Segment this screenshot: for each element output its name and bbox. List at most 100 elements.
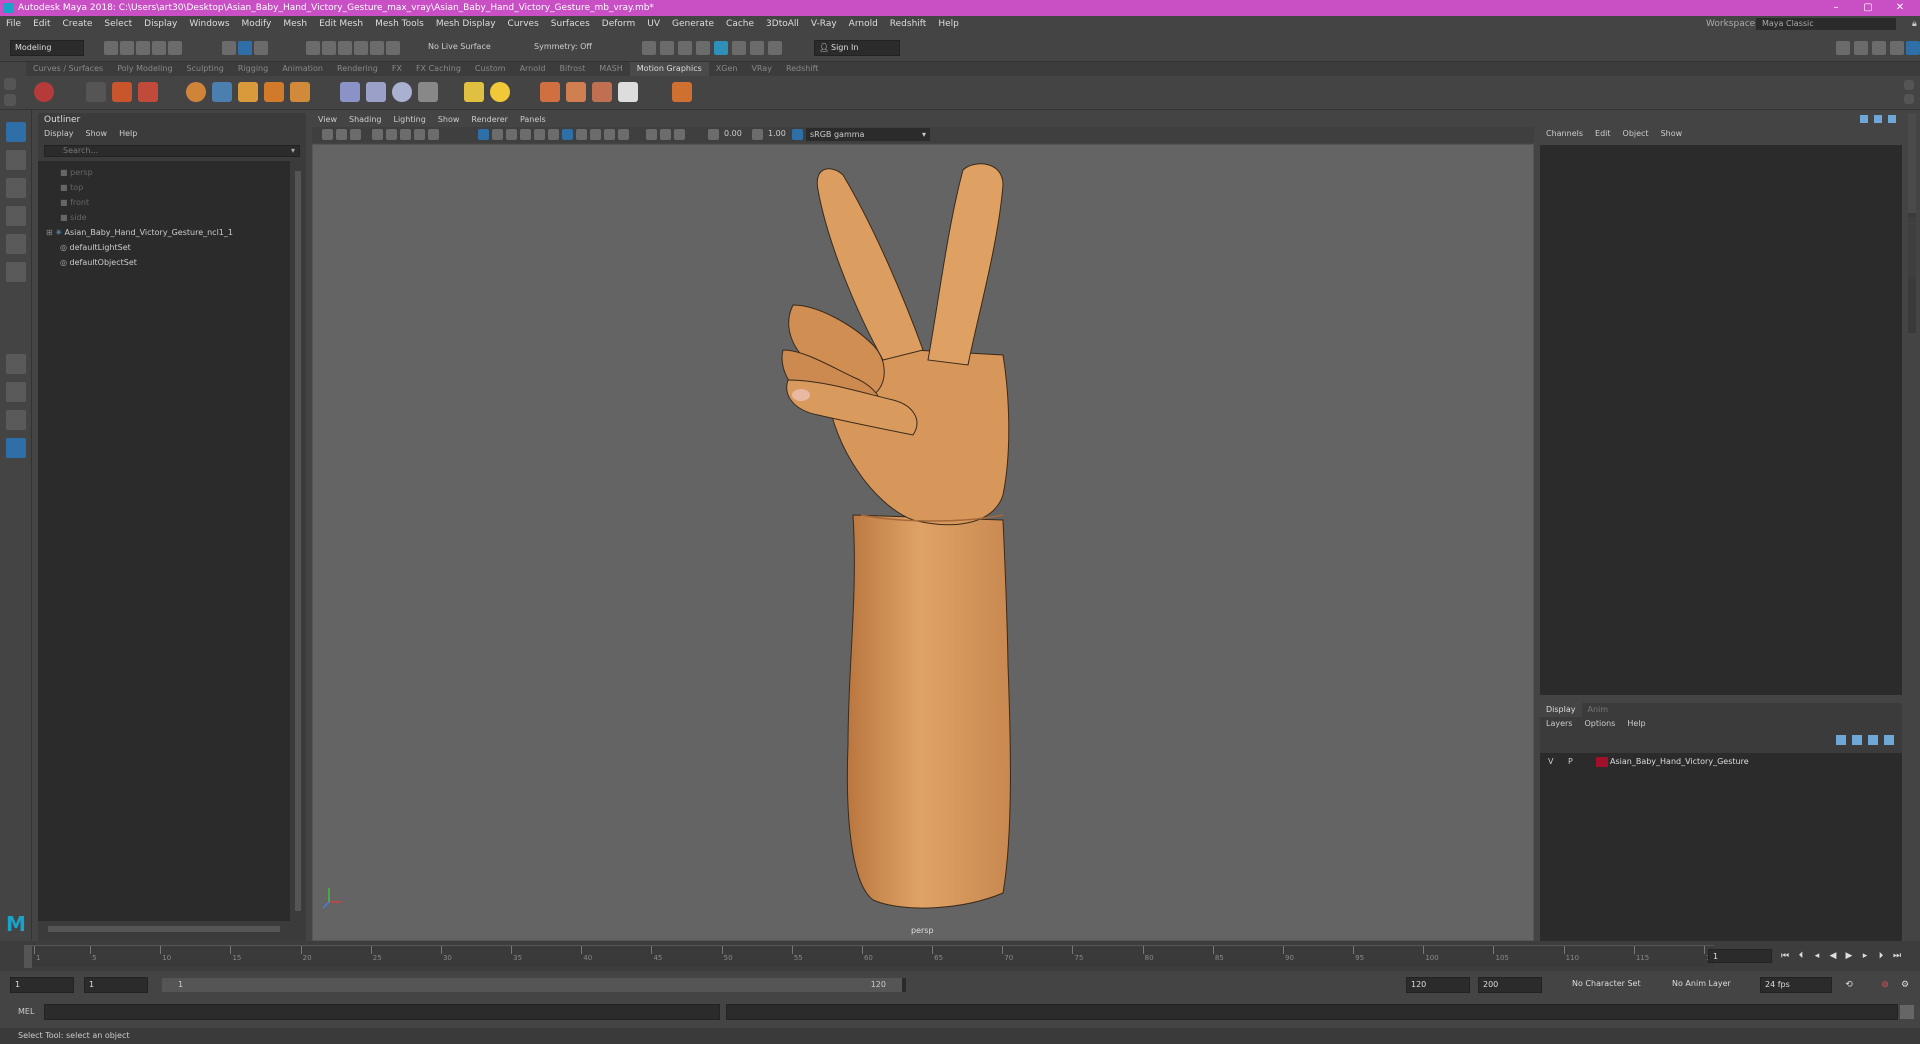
outliner-list[interactable]: ■ persp ■ top ■ front ■ side ⊞ ✳ Asian_B… bbox=[38, 161, 290, 921]
wireframe-on-shaded-icon[interactable] bbox=[520, 129, 531, 140]
layer-menu-help[interactable]: Help bbox=[1621, 719, 1651, 728]
svg-icon[interactable] bbox=[264, 82, 284, 102]
outliner-menu-show[interactable]: Show bbox=[80, 129, 114, 138]
menu-arnold[interactable]: Arnold bbox=[843, 16, 884, 32]
text-icon[interactable] bbox=[238, 82, 258, 102]
channel-box-body[interactable] bbox=[1540, 145, 1902, 695]
tool-settings-toggle-icon[interactable] bbox=[1872, 41, 1886, 55]
color-space-dropdown[interactable]: sRGB gamma ▾ bbox=[806, 128, 930, 141]
single-perspective-layout-icon[interactable] bbox=[6, 354, 26, 374]
snap-pivot-icon[interactable] bbox=[386, 41, 400, 55]
attribute-editor-toggle-icon[interactable] bbox=[1854, 41, 1868, 55]
menu-uv[interactable]: UV bbox=[641, 16, 666, 32]
redo-icon[interactable] bbox=[168, 41, 182, 55]
swirl-icon[interactable] bbox=[418, 82, 438, 102]
expand-icon[interactable]: ⊞ bbox=[46, 228, 55, 237]
cube-icon[interactable] bbox=[290, 82, 310, 102]
animation-end-field[interactable]: 200 bbox=[1478, 977, 1542, 993]
mel-label[interactable]: MEL bbox=[18, 1007, 34, 1016]
outliner-item-hand-group[interactable]: ⊞ ✳ Asian_Baby_Hand_Victory_Gesture_ncl1… bbox=[46, 225, 233, 240]
layer-tab-display[interactable]: Display bbox=[1540, 703, 1582, 717]
textured-icon[interactable] bbox=[534, 129, 545, 140]
menu-curves[interactable]: Curves bbox=[502, 16, 545, 32]
gamma-icon[interactable] bbox=[752, 129, 763, 140]
shelf-scroll-up-icon[interactable] bbox=[1904, 80, 1914, 90]
two-pane-layout-icon[interactable] bbox=[6, 410, 26, 430]
new-scene-icon[interactable] bbox=[104, 41, 118, 55]
shelf-tab-sculpting[interactable]: Sculpting bbox=[180, 62, 231, 76]
shelf-tab-fx-caching[interactable]: FX Caching bbox=[409, 62, 468, 76]
viewport-menu-renderer[interactable]: Renderer bbox=[465, 115, 514, 124]
snowflake-icon[interactable] bbox=[618, 82, 638, 102]
animation-start-field[interactable]: 1 bbox=[10, 977, 74, 993]
step-back-frame-icon[interactable]: ⏴︎ bbox=[1794, 949, 1808, 963]
outliner-layout-icon[interactable] bbox=[6, 438, 26, 458]
mode-dropdown[interactable]: Modeling bbox=[10, 40, 84, 56]
paint-select-tool-icon[interactable] bbox=[6, 178, 26, 198]
new-empty-layer-icon[interactable] bbox=[1868, 735, 1878, 745]
snap-grid-icon[interactable] bbox=[306, 41, 320, 55]
script-editor-icon[interactable] bbox=[1900, 1005, 1914, 1019]
open-scene-icon[interactable] bbox=[120, 41, 134, 55]
motion-blur-icon[interactable] bbox=[590, 129, 601, 140]
shelf-tab-poly-modeling[interactable]: Poly Modeling bbox=[110, 62, 179, 76]
shelf-tab-animation[interactable]: Animation bbox=[275, 62, 330, 76]
character-set-dropdown[interactable]: No Character Set bbox=[1568, 977, 1652, 993]
xray-icon[interactable] bbox=[660, 129, 671, 140]
menu-redshift[interactable]: Redshift bbox=[884, 16, 933, 32]
play-backwards-icon[interactable]: ◀ bbox=[1826, 949, 1840, 963]
move-layer-up-icon[interactable] bbox=[1836, 735, 1846, 745]
mash-list-icon[interactable] bbox=[86, 82, 106, 102]
close-button[interactable]: ✕ bbox=[1884, 0, 1916, 16]
curve-warp-icon[interactable] bbox=[212, 82, 232, 102]
mash-network-icon[interactable] bbox=[34, 82, 54, 102]
snap-curve-icon[interactable] bbox=[322, 41, 336, 55]
xray-joints-icon[interactable] bbox=[674, 129, 685, 140]
symmetry-dropdown[interactable]: Symmetry: Off bbox=[534, 42, 592, 51]
shelf-tab-custom[interactable]: Custom bbox=[468, 62, 513, 76]
time-ruler[interactable]: 1 5 10 15 20 25 30 35 40 45 50 55 60 65 70 75 80 85 90 95 10… bbox=[24, 945, 1719, 968]
type-tool-icon[interactable] bbox=[112, 82, 132, 102]
sign-in-dropdown[interactable]: 👤︎ Sign In bbox=[814, 40, 900, 56]
viewport-menu-panels[interactable]: Panels bbox=[514, 115, 552, 124]
outliner-vertical-scrollbar[interactable] bbox=[294, 161, 302, 921]
current-time-marker[interactable] bbox=[24, 946, 32, 968]
minimize-button[interactable]: – bbox=[1820, 0, 1852, 16]
sphere-deform-icon[interactable] bbox=[392, 82, 412, 102]
fluid-icon[interactable] bbox=[592, 82, 612, 102]
shelf-tab-redshift[interactable]: Redshift bbox=[779, 62, 825, 76]
menu-edit[interactable]: Edit bbox=[27, 16, 56, 32]
side-tab-channel-box[interactable] bbox=[1908, 113, 1916, 213]
menu-cache[interactable]: Cache bbox=[720, 16, 760, 32]
layer-name[interactable]: Asian_Baby_Hand_Victory_Gesture bbox=[1610, 755, 1749, 769]
channel-box-toggle-icon[interactable] bbox=[1890, 41, 1904, 55]
shelf-tab-motion-graphics[interactable]: Motion Graphics bbox=[629, 62, 709, 76]
outliner-menu-help[interactable]: Help bbox=[113, 129, 143, 138]
channel-float-icon[interactable] bbox=[1888, 115, 1896, 123]
live-surface-label[interactable]: No Live Surface bbox=[428, 42, 491, 51]
channel-settings-icon[interactable] bbox=[1874, 115, 1882, 123]
scale-tool-icon[interactable] bbox=[6, 262, 26, 282]
range-slider-handle[interactable]: 1 120 bbox=[162, 978, 902, 992]
menu-edit-mesh[interactable]: Edit Mesh bbox=[313, 16, 369, 32]
undo-icon[interactable] bbox=[152, 41, 166, 55]
loop-icon[interactable]: ⟲ bbox=[1842, 978, 1856, 992]
shelf-tab-fx[interactable]: FX bbox=[385, 62, 409, 76]
menu-deform[interactable]: Deform bbox=[596, 16, 641, 32]
modeling-toolkit-icon[interactable] bbox=[1836, 41, 1850, 55]
outliner-item-default-light-set[interactable]: ◎ defaultLightSet bbox=[60, 240, 131, 255]
menu-select[interactable]: Select bbox=[98, 16, 138, 32]
shelf-settings-icon[interactable] bbox=[4, 78, 16, 90]
menu-display[interactable]: Display bbox=[138, 16, 183, 32]
shelf-tab-bifrost[interactable]: Bifrost bbox=[552, 62, 592, 76]
particles-icon[interactable] bbox=[540, 82, 560, 102]
shelf-tab-vray[interactable]: VRay bbox=[744, 62, 779, 76]
mel-command-input[interactable] bbox=[44, 1004, 720, 1020]
step-forward-frame-icon[interactable]: ⏵︎ bbox=[1874, 949, 1888, 963]
menu-modify[interactable]: Modify bbox=[236, 16, 278, 32]
shadows-icon[interactable] bbox=[562, 129, 573, 140]
select-component-icon[interactable] bbox=[254, 41, 268, 55]
menu-mesh[interactable]: Mesh bbox=[277, 16, 313, 32]
menu-generate[interactable]: Generate bbox=[666, 16, 720, 32]
svg-tool-icon[interactable] bbox=[138, 82, 158, 102]
